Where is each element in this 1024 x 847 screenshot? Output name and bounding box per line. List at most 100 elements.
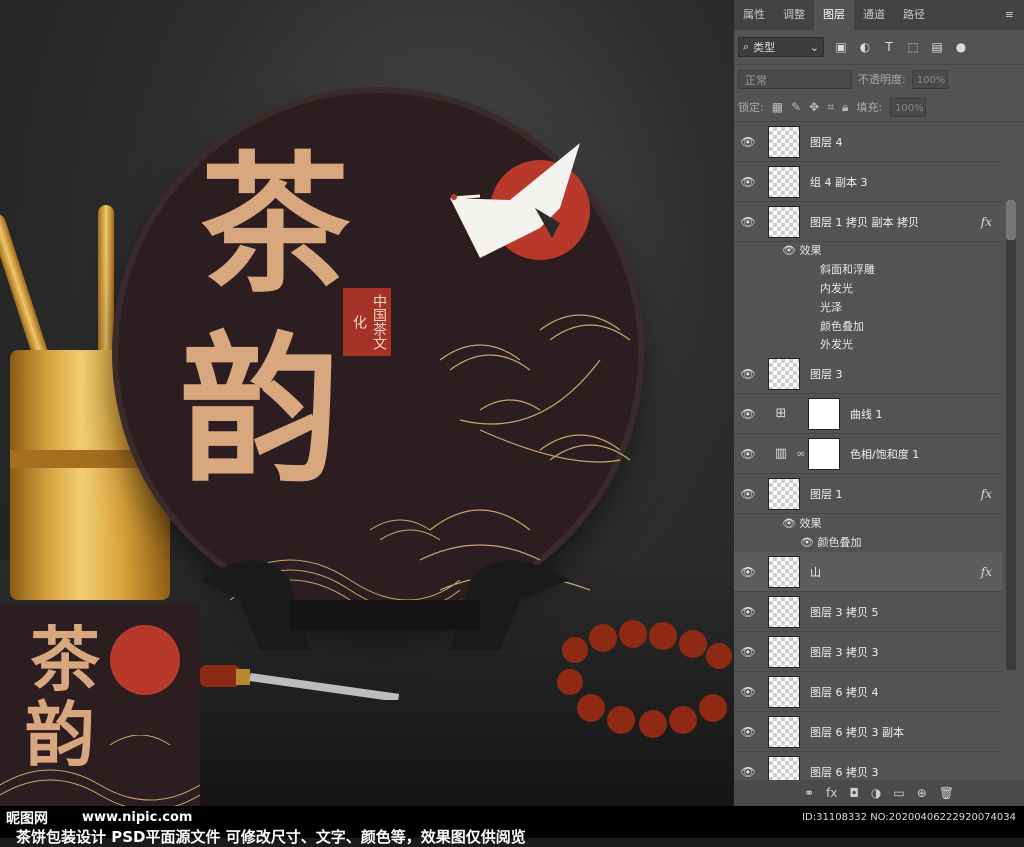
type-filter-icon[interactable]: T <box>882 40 896 54</box>
fx-icon[interactable]: fx <box>981 565 992 579</box>
scrollbar-thumb[interactable] <box>1006 200 1016 240</box>
watermark-logo: 昵图网 <box>6 811 48 827</box>
new-layer-icon[interactable]: ⊕ <box>917 786 927 800</box>
layer-filter-select[interactable]: ⌕ 类型 ⌄ <box>738 37 824 57</box>
eye-icon[interactable]: 👁︎ <box>734 565 762 579</box>
layers-panel: 属性 调整 图层 通道 路径 ≡ ⌕ 类型 ⌄ ▣ ◐ T ⬚ ▤ ● 正常 不… <box>734 0 1024 806</box>
eye-icon[interactable]: 👁︎ <box>734 605 762 619</box>
new-adjustment-icon[interactable]: ◑ <box>871 786 881 800</box>
effect-item[interactable]: 斜面和浮雕 <box>820 261 875 277</box>
layer-name: 图层 6 拷贝 3 副本 <box>810 725 904 739</box>
eye-icon[interactable]: 👁︎ <box>734 447 762 461</box>
eye-icon[interactable]: 👁︎ <box>734 135 762 149</box>
lock-transparent-icon[interactable]: ▦ <box>772 100 783 114</box>
lock-all-icon[interactable]: 🔒︎ <box>842 100 848 115</box>
layer-row[interactable]: 👁︎ 图层 3 拷贝 3 <box>734 632 1002 672</box>
pixel-filter-icon[interactable]: ▣ <box>834 40 848 54</box>
filter-label: 类型 <box>753 41 776 54</box>
layer-thumbnail <box>768 715 800 748</box>
layer-name: 曲线 1 <box>850 407 883 421</box>
eye-icon[interactable]: 👁︎ <box>734 765 762 779</box>
filter-toggle-icon[interactable]: ● <box>954 40 968 54</box>
effect-item[interactable]: 👁︎ 颜色叠加 <box>800 534 861 550</box>
lock-brush-icon[interactable]: ✎ <box>791 100 801 114</box>
layer-name: 图层 1 <box>810 487 843 501</box>
effect-item[interactable]: 颜色叠加 <box>820 318 864 334</box>
fx-icon[interactable]: fx <box>981 215 992 229</box>
opacity-label: 不透明度: <box>858 73 906 86</box>
layer-name: 图层 3 拷贝 5 <box>810 605 879 619</box>
layer-row[interactable]: 👁︎ ▥ ∞ 色相/饱和度 1 <box>734 434 1002 474</box>
layer-scrollbar[interactable] <box>1006 200 1016 670</box>
tab-properties[interactable]: 属性 <box>734 0 774 30</box>
layer-thumbnail <box>768 675 800 708</box>
adjustment-filter-icon[interactable]: ◐ <box>858 40 872 54</box>
layer-mask-thumbnail <box>808 437 840 470</box>
effect-item[interactable]: 内发光 <box>820 280 853 296</box>
layer-mask-thumbnail <box>808 397 840 430</box>
add-style-icon[interactable]: fx <box>826 786 837 800</box>
eye-icon[interactable]: 👁︎ <box>734 215 762 229</box>
eye-icon[interactable]: 👁︎ <box>800 536 814 549</box>
fill-field[interactable]: 100% <box>890 97 927 117</box>
blend-mode-select[interactable]: 正常 <box>738 69 852 89</box>
fx-icon[interactable]: fx <box>981 487 992 501</box>
layer-row[interactable]: 👁︎ 图层 1 拷贝 副本 拷贝 fx <box>734 202 1002 242</box>
seal-stamp: 中国茶文化 <box>343 288 391 356</box>
thumb-sun <box>110 625 180 695</box>
search-icon: ⌕ <box>743 40 750 53</box>
layer-row[interactable]: 👁︎ 图层 6 拷贝 3 <box>734 752 1002 780</box>
layer-row[interactable]: 👁︎ 图层 3 拷贝 5 <box>734 592 1002 632</box>
layer-row[interactable]: 👁︎ 图层 1 fx <box>734 474 1002 514</box>
link-icon[interactable]: ∞ <box>794 447 808 460</box>
eye-icon[interactable]: 👁︎ <box>782 517 796 530</box>
layer-thumbnail <box>768 755 800 780</box>
eye-icon[interactable]: 👁︎ <box>734 175 762 189</box>
effect-item[interactable]: 光泽 <box>820 299 842 315</box>
layer-row[interactable]: 👁︎ 图层 4 <box>734 122 1002 162</box>
add-mask-icon[interactable]: ◘ <box>849 786 859 800</box>
filter-row: ⌕ 类型 ⌄ ▣ ◐ T ⬚ ▤ ● <box>734 30 1024 65</box>
tab-paths[interactable]: 路径 <box>894 0 934 30</box>
lock-artboard-icon[interactable]: ⌗ <box>827 100 834 115</box>
smart-object-filter-icon[interactable]: ▤ <box>930 40 944 54</box>
panel-menu-icon[interactable]: ≡ <box>995 0 1024 30</box>
layer-row[interactable]: 👁︎ 组 4 副本 3 <box>734 162 1002 202</box>
tab-adjustments[interactable]: 调整 <box>774 0 814 30</box>
new-group-icon[interactable]: ▭ <box>893 786 904 800</box>
layer-name: 图层 1 拷贝 副本 拷贝 <box>810 215 919 229</box>
layer-thumbnail <box>768 595 800 628</box>
eye-icon[interactable]: 👁︎ <box>734 685 762 699</box>
lock-row: 锁定: ▦ ✎ ✥ ⌗ 🔒︎ 填充: 100% <box>734 93 1024 122</box>
layer-row[interactable]: 👁︎ 图层 6 拷贝 4 <box>734 672 1002 712</box>
layer-name: 图层 3 <box>810 367 843 381</box>
panel-tabs: 属性 调整 图层 通道 路径 ≡ <box>734 0 1024 30</box>
layer-name: 图层 4 <box>810 135 843 149</box>
eye-icon[interactable]: 👁︎ <box>734 407 762 421</box>
delete-layer-icon[interactable]: 🗑︎ <box>939 786 954 800</box>
tab-channels[interactable]: 通道 <box>854 0 894 30</box>
layer-row[interactable]: 👁︎ 图层 3 <box>734 354 1002 394</box>
layer-row[interactable]: 👁︎ ⊞ 曲线 1 <box>734 394 1002 434</box>
eye-icon[interactable]: 👁︎ <box>734 725 762 739</box>
eye-icon[interactable]: 👁︎ <box>734 645 762 659</box>
effect-item[interactable]: 外发光 <box>820 336 853 352</box>
document-canvas[interactable]: 茶 韵 中国茶文化 茶 韵 <box>0 0 734 806</box>
link-layers-icon[interactable]: ⚭ <box>804 786 814 800</box>
tab-layers[interactable]: 图层 <box>814 0 854 30</box>
opacity-field[interactable]: 100% <box>911 69 948 89</box>
effect-label: 颜色叠加 <box>817 536 862 549</box>
curves-icon: ⊞ <box>775 406 787 421</box>
eye-icon[interactable]: 👁︎ <box>782 244 796 257</box>
shape-filter-icon[interactable]: ⬚ <box>906 40 920 54</box>
eye-icon[interactable]: 👁︎ <box>734 367 762 381</box>
eye-icon[interactable]: 👁︎ <box>734 487 762 501</box>
lock-move-icon[interactable]: ✥ <box>809 100 819 114</box>
layer-thumbnail <box>768 165 800 198</box>
watermark-url[interactable]: www.nipic.com <box>82 810 192 825</box>
layer-row[interactable]: 👁︎ 图层 6 拷贝 3 副本 <box>734 712 1002 752</box>
layer-name: 色相/饱和度 1 <box>850 447 920 461</box>
layer-row[interactable]: 👁︎ 山 fx <box>734 552 1002 592</box>
layer-name: 组 4 副本 3 <box>810 175 868 189</box>
lock-label: 锁定: <box>738 101 764 114</box>
